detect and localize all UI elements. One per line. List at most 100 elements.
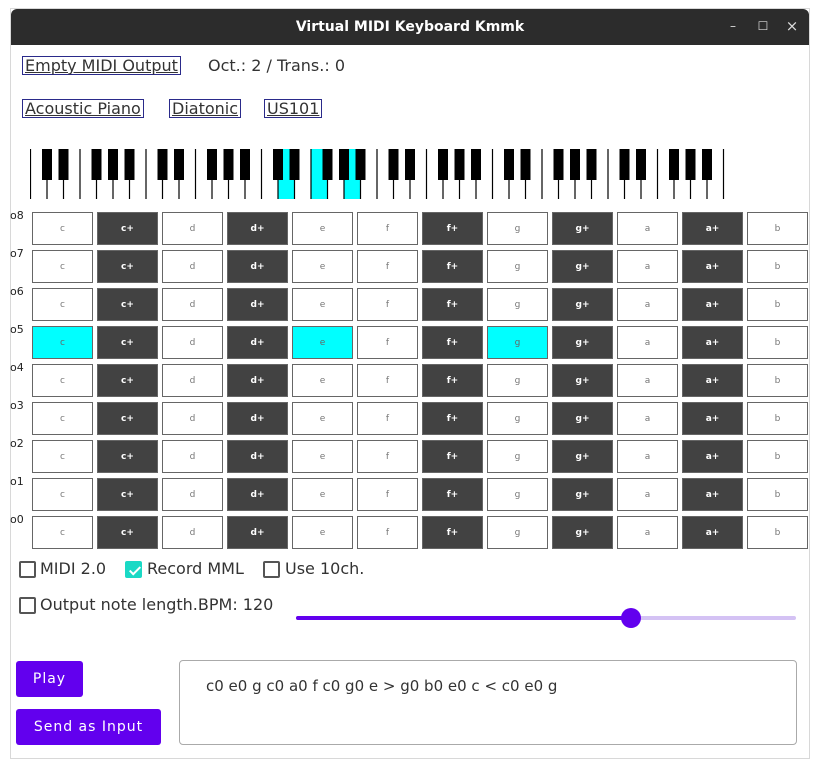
note-cell[interactable]: g [487, 212, 548, 245]
piano-keyboard[interactable] [30, 149, 735, 201]
piano-black-key[interactable] [669, 149, 679, 180]
note-cell[interactable]: g+ [552, 440, 613, 473]
use10ch-checkbox[interactable] [263, 561, 280, 578]
note-cell[interactable]: c [32, 212, 93, 245]
note-cell[interactable]: a [617, 402, 678, 435]
note-cell[interactable]: b [747, 326, 808, 359]
minimize-icon[interactable]: – [721, 9, 745, 45]
piano-black-key[interactable] [157, 149, 168, 180]
note-cell[interactable]: c+ [97, 288, 158, 321]
output-note-length-checkbox[interactable] [19, 597, 36, 614]
note-cell[interactable]: d+ [227, 402, 288, 435]
piano-black-key[interactable] [553, 149, 564, 180]
piano-black-key[interactable] [454, 149, 465, 180]
instrument-selector[interactable]: Acoustic Piano [22, 99, 144, 118]
note-cell[interactable]: c+ [97, 364, 158, 397]
note-cell[interactable]: d [162, 288, 223, 321]
note-cell[interactable]: g [487, 440, 548, 473]
note-cell[interactable]: b [747, 212, 808, 245]
note-cell[interactable]: f [357, 364, 418, 397]
note-cell[interactable]: f [357, 440, 418, 473]
note-cell[interactable]: a+ [682, 250, 743, 283]
note-cell[interactable]: d [162, 326, 223, 359]
note-cell[interactable]: g [487, 250, 548, 283]
note-cell[interactable]: e [292, 478, 353, 511]
note-cell[interactable]: c+ [97, 478, 158, 511]
note-cell[interactable]: c+ [97, 440, 158, 473]
note-cell[interactable]: a+ [682, 440, 743, 473]
note-cell[interactable]: a [617, 516, 678, 549]
note-cell[interactable]: c+ [97, 402, 158, 435]
note-cell[interactable]: g+ [552, 516, 613, 549]
note-cell[interactable]: e [292, 364, 353, 397]
note-cell[interactable]: c [32, 364, 93, 397]
note-cell[interactable]: c [32, 402, 93, 435]
midi-output-selector[interactable]: Empty MIDI Output [22, 56, 181, 75]
note-cell[interactable]: a [617, 288, 678, 321]
piano-black-key[interactable] [504, 149, 514, 180]
note-cell[interactable]: g+ [552, 326, 613, 359]
piano-black-key[interactable] [322, 149, 333, 180]
note-cell[interactable]: g [487, 478, 548, 511]
mml-text-area[interactable]: c0 e0 g c0 a0 f c0 g0 e > g0 b0 e0 c < c… [179, 660, 797, 745]
note-cell[interactable]: g [487, 364, 548, 397]
note-cell[interactable]: f+ [422, 288, 483, 321]
note-cell[interactable]: f+ [422, 364, 483, 397]
note-cell[interactable]: d [162, 212, 223, 245]
bpm-slider-thumb[interactable] [621, 608, 641, 628]
note-cell[interactable]: f [357, 212, 418, 245]
piano-black-key[interactable] [124, 149, 135, 180]
note-cell[interactable]: b [747, 288, 808, 321]
note-cell[interactable]: g+ [552, 250, 613, 283]
note-cell[interactable]: g+ [552, 288, 613, 321]
note-cell[interactable]: a+ [682, 326, 743, 359]
record-mml-checkbox[interactable] [125, 561, 142, 578]
piano-black-key[interactable] [636, 149, 646, 180]
note-cell[interactable]: d+ [227, 212, 288, 245]
note-cell[interactable]: g+ [552, 212, 613, 245]
note-cell[interactable]: f+ [422, 250, 483, 283]
note-cell[interactable]: c [32, 478, 93, 511]
note-cell[interactable]: a+ [682, 478, 743, 511]
piano-black-key[interactable] [42, 149, 52, 180]
piano-black-key[interactable] [58, 149, 69, 180]
maximize-icon[interactable]: ☐ [751, 9, 775, 45]
note-cell[interactable]: d+ [227, 326, 288, 359]
note-cell[interactable]: e [292, 402, 353, 435]
send-as-input-button[interactable]: Send as Input [16, 709, 161, 745]
scale-selector[interactable]: Diatonic [169, 99, 242, 118]
note-cell[interactable]: a+ [682, 288, 743, 321]
note-cell[interactable]: g [487, 516, 548, 549]
note-cell[interactable]: f+ [422, 212, 483, 245]
note-cell[interactable]: d+ [227, 516, 288, 549]
note-cell[interactable]: e [292, 326, 353, 359]
note-cell[interactable]: a+ [682, 212, 743, 245]
note-cell[interactable]: f+ [422, 326, 483, 359]
piano-black-key[interactable] [289, 149, 300, 180]
piano-black-key[interactable] [702, 149, 712, 180]
note-cell[interactable]: a+ [682, 516, 743, 549]
note-cell[interactable]: d+ [227, 478, 288, 511]
piano-black-key[interactable] [438, 149, 448, 180]
note-cell[interactable]: d [162, 402, 223, 435]
note-cell[interactable]: e [292, 250, 353, 283]
note-cell[interactable]: c [32, 288, 93, 321]
note-cell[interactable]: d [162, 364, 223, 397]
note-cell[interactable]: d+ [227, 250, 288, 283]
piano-black-key[interactable] [273, 149, 283, 180]
note-cell[interactable]: g [487, 288, 548, 321]
note-cell[interactable]: c [32, 516, 93, 549]
note-cell[interactable]: d+ [227, 440, 288, 473]
note-cell[interactable]: a [617, 440, 678, 473]
note-cell[interactable]: b [747, 402, 808, 435]
note-cell[interactable]: c [32, 326, 93, 359]
piano-black-key[interactable] [388, 149, 399, 180]
note-cell[interactable]: c+ [97, 250, 158, 283]
note-cell[interactable]: e [292, 516, 353, 549]
note-cell[interactable]: f [357, 326, 418, 359]
note-cell[interactable]: a [617, 326, 678, 359]
note-cell[interactable]: d [162, 440, 223, 473]
note-cell[interactable]: a [617, 212, 678, 245]
piano-black-key[interactable] [339, 149, 349, 180]
note-cell[interactable]: b [747, 440, 808, 473]
